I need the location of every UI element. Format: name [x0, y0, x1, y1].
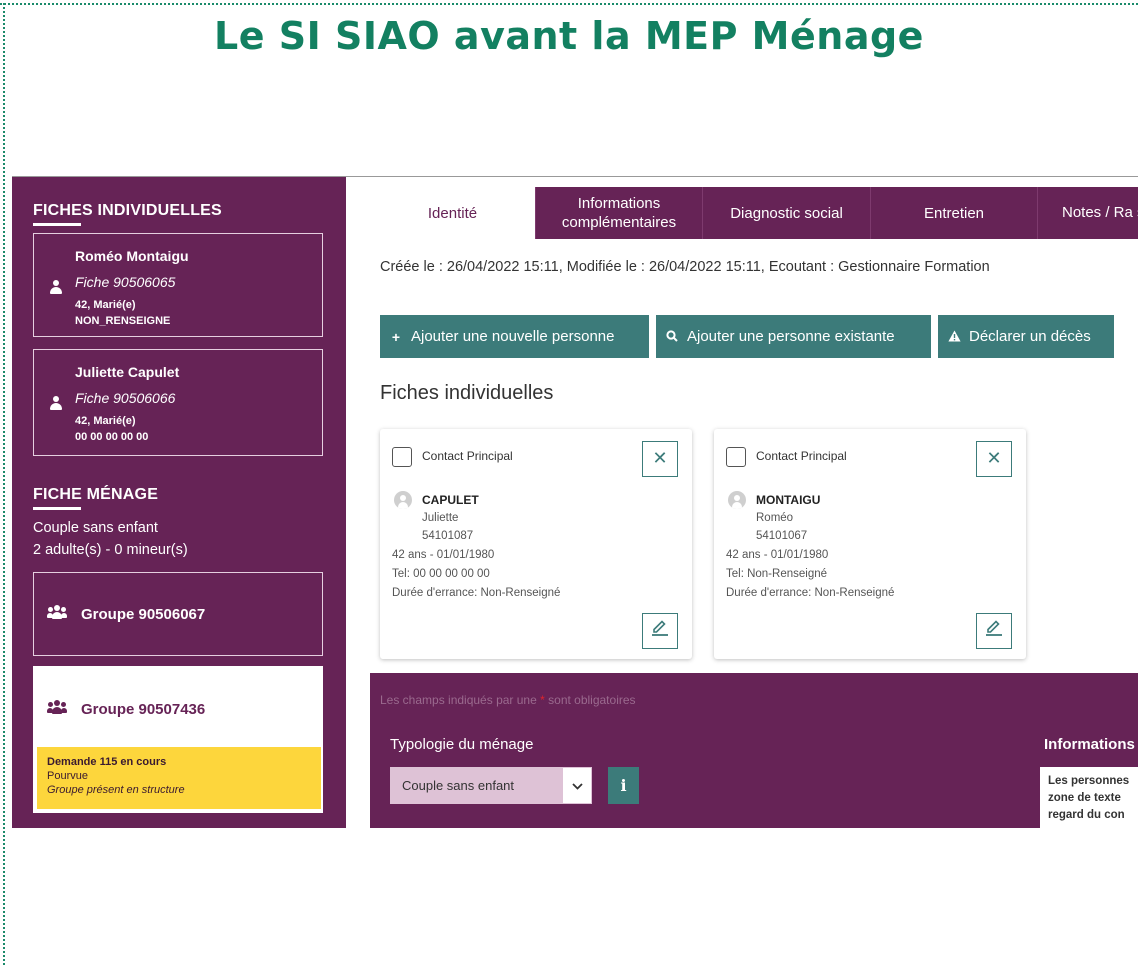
tab-diagnostic-social[interactable]: Diagnostic social: [702, 187, 870, 239]
household-typology-select[interactable]: Couple sans enfant: [390, 767, 592, 804]
slide-frame-top: [0, 3, 1138, 5]
demande-status: Pourvue: [47, 770, 88, 782]
person-card-juliette[interactable]: Juliette Capulet Fiche 90506066 42, Mari…: [33, 349, 323, 456]
demande-title: Demande 115 en cours: [47, 756, 167, 768]
person-card-romeo[interactable]: Roméo Montaigu Fiche 90506065 42, Marié(…: [33, 233, 323, 337]
card-tel: Tel: 00 00 00 00 00: [392, 568, 490, 580]
person-fiche: Fiche 90506065: [75, 274, 176, 290]
contact-principal-checkbox[interactable]: [726, 447, 746, 467]
individual-files-title: Fiches individuelles: [380, 382, 554, 404]
contact-principal-label: Contact Principal: [422, 449, 513, 463]
card-id: 54101067: [756, 530, 808, 542]
individual-files-heading: FICHES INDIVIDUELLES: [33, 202, 222, 226]
person-phone: 00 00 00 00 00: [75, 431, 149, 443]
edit-icon[interactable]: [642, 613, 678, 649]
card-age-dob: 42 ans - 01/01/1980: [726, 549, 829, 561]
group-label: Groupe 90507436: [81, 701, 206, 718]
required-fields-note: Les champs indiqués par une * sont oblig…: [380, 693, 636, 707]
add-existing-person-button[interactable]: Ajouter une personne existante: [656, 315, 931, 358]
person-icon: [50, 280, 62, 294]
tab-identite[interactable]: Identité: [370, 187, 535, 239]
app-screenshot: FICHES INDIVIDUELLES Roméo Montaigu Fich…: [12, 176, 1138, 828]
person-age-status: 42, Marié(e): [75, 299, 136, 311]
person-fiche: Fiche 90506066: [75, 390, 176, 406]
main-panel: Identité Informations complémentaires Di…: [346, 177, 1138, 828]
person-icon: [50, 396, 62, 410]
household-form-panel: Les champs indiqués par une * sont oblig…: [370, 673, 1138, 828]
card-age-dob: 42 ans - 01/01/1980: [392, 549, 495, 561]
household-heading: FICHE MÉNAGE: [33, 486, 159, 510]
card-first-name: Juliette: [422, 512, 459, 524]
contact-principal-label: Contact Principal: [756, 449, 847, 463]
declare-death-button[interactable]: Déclarer un décès: [938, 315, 1114, 358]
card-tel: Tel: Non-Renseigné: [726, 568, 828, 580]
slide-title: Le SI SIAO avant la MEP Ménage: [214, 14, 924, 58]
card-errance: Durée d'errance: Non-Renseigné: [726, 587, 895, 599]
group-label: Groupe 90506067: [81, 606, 206, 623]
person-phone: NON_RENSEIGNE: [75, 315, 171, 327]
card-first-name: Roméo: [756, 512, 794, 524]
tab-bar: Identité Informations complémentaires Di…: [370, 187, 1138, 239]
tab-notes[interactable]: Notes / Ra sociа: [1037, 187, 1138, 239]
close-icon[interactable]: ✕: [976, 441, 1012, 477]
avatar-icon: [728, 491, 746, 509]
tab-entretien[interactable]: Entretien: [870, 187, 1037, 239]
group-icon: [47, 605, 67, 619]
warning-icon: [948, 329, 961, 345]
group-icon: [47, 700, 67, 714]
household-type: Couple sans enfant: [33, 520, 158, 536]
add-new-person-button[interactable]: + Ajouter une nouvelle personne: [380, 315, 649, 358]
demande-note: Groupe présent en structure: [47, 784, 185, 796]
info-button[interactable]: i: [608, 767, 639, 804]
contact-principal-checkbox[interactable]: [392, 447, 412, 467]
person-name: Juliette Capulet: [75, 364, 180, 380]
card-id: 54101087: [422, 530, 474, 542]
household-typology-value: Couple sans enfant: [402, 778, 515, 793]
slide-frame-left: [3, 3, 5, 965]
plus-icon: +: [391, 328, 401, 345]
close-icon[interactable]: ✕: [642, 441, 678, 477]
informations-label: Informations: [1044, 736, 1135, 753]
sidebar: FICHES INDIVIDUELLES Roméo Montaigu Fich…: [12, 177, 346, 828]
person-name: Roméo Montaigu: [75, 248, 189, 264]
card-last-name: MONTAIGU: [756, 493, 821, 507]
tab-informations-complementaires[interactable]: Informations complémentaires: [535, 187, 702, 239]
card-last-name: CAPULET: [422, 493, 479, 507]
group-card-90506067[interactable]: Groupe 90506067: [33, 572, 323, 656]
demande-status-box: Demande 115 en cours Pourvue Groupe prés…: [37, 747, 321, 809]
household-typology-label: Typologie du ménage: [390, 736, 534, 753]
person-age-status: 42, Marié(e): [75, 415, 136, 427]
edit-icon[interactable]: [976, 613, 1012, 649]
person-card-montaigu: Contact Principal ✕ MONTAIGU Roméo 54101…: [714, 429, 1026, 659]
record-metadata: Créée le : 26/04/2022 15:11, Modifiée le…: [380, 259, 990, 275]
person-card-capulet: Contact Principal ✕ CAPULET Juliette 541…: [380, 429, 692, 659]
chevron-down-icon: [562, 767, 592, 804]
group-card-90507436[interactable]: Groupe 90507436 Demande 115 en cours Pou…: [33, 666, 323, 813]
informations-box: Les personnes zone de texte regard du co…: [1040, 767, 1138, 828]
search-icon: [666, 329, 678, 345]
avatar-icon: [394, 491, 412, 509]
card-errance: Durée d'errance: Non-Renseigné: [392, 587, 561, 599]
household-count: 2 adulte(s) - 0 mineur(s): [33, 542, 188, 558]
